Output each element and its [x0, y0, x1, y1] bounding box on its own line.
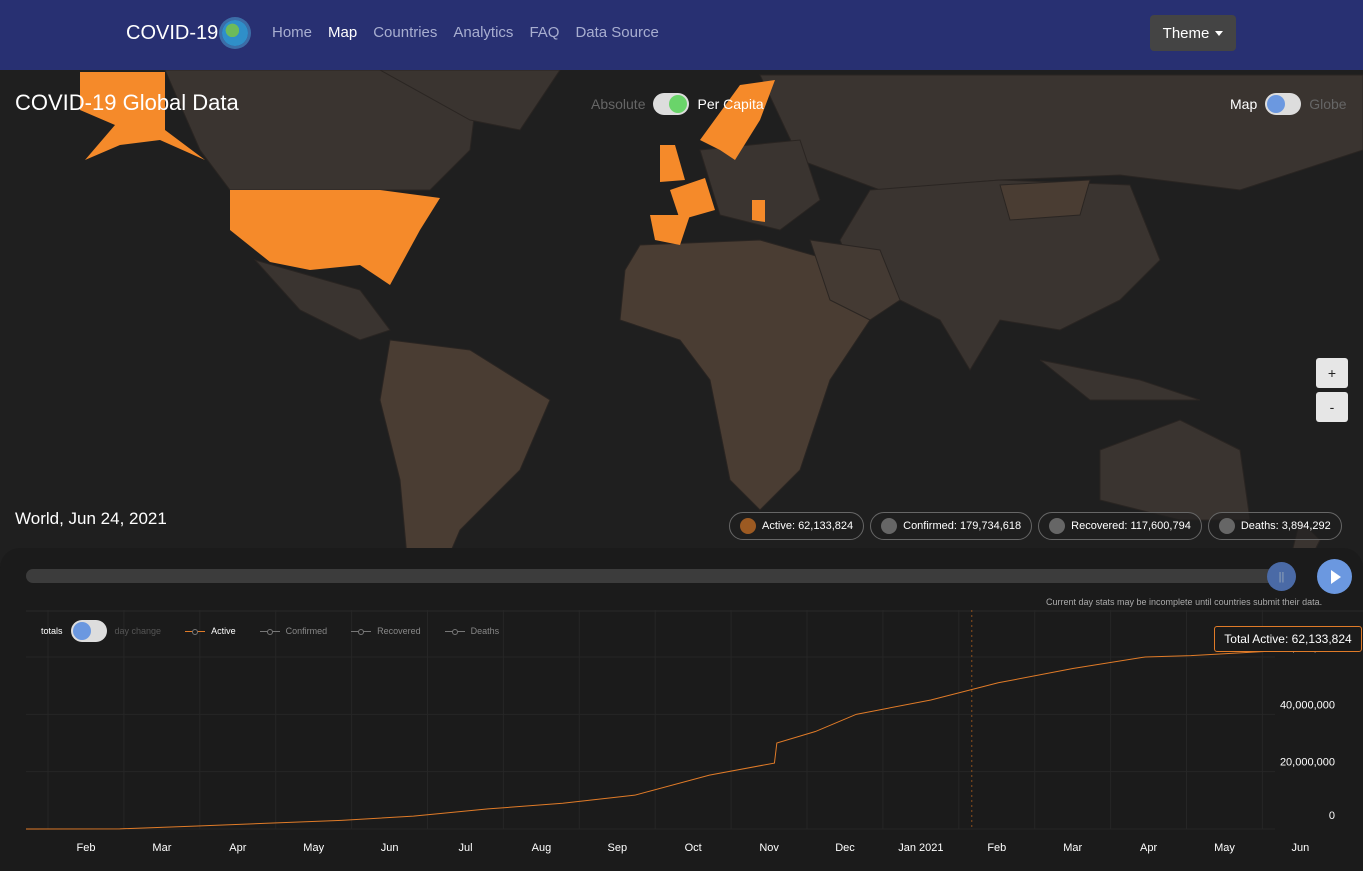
country-usa	[230, 190, 440, 285]
slider-handle[interactable]: ||	[1267, 562, 1296, 591]
country-france	[670, 178, 715, 220]
x-tick-label: May	[1214, 842, 1235, 854]
nav-analytics[interactable]: Analytics	[453, 24, 513, 41]
play-button[interactable]	[1317, 559, 1352, 594]
nav-countries[interactable]: Countries	[373, 24, 437, 41]
legend-deaths[interactable]: Deaths	[444, 626, 500, 636]
legend-label: Active	[211, 626, 236, 636]
country-china	[999, 179, 1091, 221]
x-tick-label: Jun	[1292, 842, 1310, 854]
nav-map[interactable]: Map	[328, 24, 357, 41]
series-line-active	[25, 650, 1276, 830]
dot-icon	[740, 518, 756, 534]
day-change-label: day change	[114, 626, 162, 636]
map-title: COVID-19 Global Data	[15, 90, 239, 115]
nav-data-source[interactable]: Data Source	[575, 24, 658, 41]
switch-knob	[669, 95, 688, 113]
country-australia	[1099, 419, 1251, 521]
country-mexico	[253, 259, 391, 341]
stat-pills: Active: 62,133,824 Confirmed: 179,734,618…	[729, 512, 1342, 540]
chart-tooltip: Total Active: 62,133,824	[1214, 626, 1362, 652]
x-tick-label: Aug	[532, 842, 552, 854]
totals-label: totals	[41, 626, 63, 636]
theme-dropdown[interactable]: Theme	[1150, 15, 1236, 51]
virus-globe-icon	[222, 20, 249, 46]
x-tick-label: Mar	[1063, 842, 1082, 854]
x-tick-label: Feb	[987, 842, 1006, 854]
view-toggle[interactable]: Map Globe	[1230, 93, 1347, 115]
x-tick-label: Jan 2021	[898, 842, 943, 854]
x-tick-label: Apr	[229, 842, 246, 854]
x-tick-label: Apr	[1140, 842, 1157, 854]
nav-home[interactable]: Home	[272, 24, 312, 41]
legend-confirmed[interactable]: Confirmed	[259, 626, 328, 636]
x-tick-label: Jun	[381, 842, 399, 854]
stat-label: Recovered: 117,600,794	[1071, 520, 1191, 532]
stat-label: Active: 62,133,824	[762, 520, 854, 532]
legend-recovered[interactable]: Recovered	[351, 626, 421, 636]
stat-pill[interactable]: Confirmed: 179,734,618	[870, 512, 1033, 540]
y-tick-label: 40,000,000	[1280, 699, 1335, 711]
totals-switch[interactable]	[70, 620, 107, 642]
legend-label: Deaths	[470, 626, 500, 636]
x-tick-label: Mar	[152, 842, 171, 854]
x-tick-label: Nov	[759, 842, 779, 854]
play-icon	[1331, 569, 1341, 584]
scale-switch[interactable]	[653, 93, 690, 115]
x-tick-label: Sep	[608, 842, 628, 854]
legend-label: Confirmed	[285, 626, 328, 636]
country-indonesia	[1039, 359, 1201, 401]
dot-icon	[1049, 518, 1066, 534]
switch-knob	[72, 622, 91, 640]
brand-text: COVID-19	[126, 21, 219, 44]
nav-links: Home Map Countries Analytics FAQ Data Source	[272, 24, 659, 41]
zoom-in-button[interactable]: +	[1316, 358, 1348, 388]
dot-icon	[1218, 518, 1235, 534]
stat-pill[interactable]: Deaths: 3,894,292	[1207, 512, 1342, 540]
nav-faq[interactable]: FAQ	[529, 24, 559, 41]
scale-toggle[interactable]: Absolute Per Capita	[591, 93, 764, 115]
x-tick-label: Feb	[77, 842, 96, 854]
globe-label: Globe	[1309, 96, 1347, 112]
navbar: COVID-19 Home Map Countries Analytics FAQ Dat…	[0, 0, 1363, 70]
stat-pill[interactable]: Recovered: 117,600,794	[1038, 512, 1202, 540]
stat-pill[interactable]: Active: 62,133,824	[729, 512, 865, 540]
stat-label: Deaths: 3,894,292	[1240, 520, 1331, 532]
x-tick-label: Oct	[685, 842, 702, 854]
y-tick-label: 0	[1329, 810, 1335, 822]
legend-label: Recovered	[377, 626, 421, 636]
x-tick-label: Jul	[458, 842, 472, 854]
view-switch[interactable]	[1265, 93, 1302, 115]
chart-legend: totals day change Active Confirmed Recov…	[41, 620, 499, 642]
x-tick-label: May	[303, 842, 324, 854]
location-date: World, Jun 24, 2021	[15, 509, 167, 528]
country-uk	[660, 145, 685, 182]
timeline-slider[interactable]	[26, 569, 1296, 583]
stat-label: Confirmed: 179,734,618	[903, 520, 1022, 532]
map-label: Map	[1230, 96, 1258, 112]
legend-active[interactable]: Active	[185, 626, 236, 636]
country-spain	[650, 215, 690, 245]
zoom-out-button[interactable]: -	[1316, 392, 1348, 422]
active-cases-chart: Feb Mar Apr May Jun Jul Aug Sep Oct Nov Dec Jan 202…	[25, 610, 1363, 854]
absolute-label: Absolute	[591, 96, 646, 112]
theme-label: Theme	[1162, 24, 1210, 42]
y-tick-label: 20,000,000	[1280, 757, 1335, 769]
switch-knob	[1267, 95, 1286, 113]
caret-down-icon	[1215, 30, 1224, 36]
brand[interactable]: COVID-19	[126, 20, 249, 46]
per-capita-label: Per Capita	[697, 96, 764, 112]
x-tick-label: Dec	[835, 842, 855, 854]
country-serbia	[752, 200, 765, 222]
data-note: Current day stats may be incomplete unti…	[1046, 597, 1323, 607]
dot-icon	[881, 518, 898, 534]
